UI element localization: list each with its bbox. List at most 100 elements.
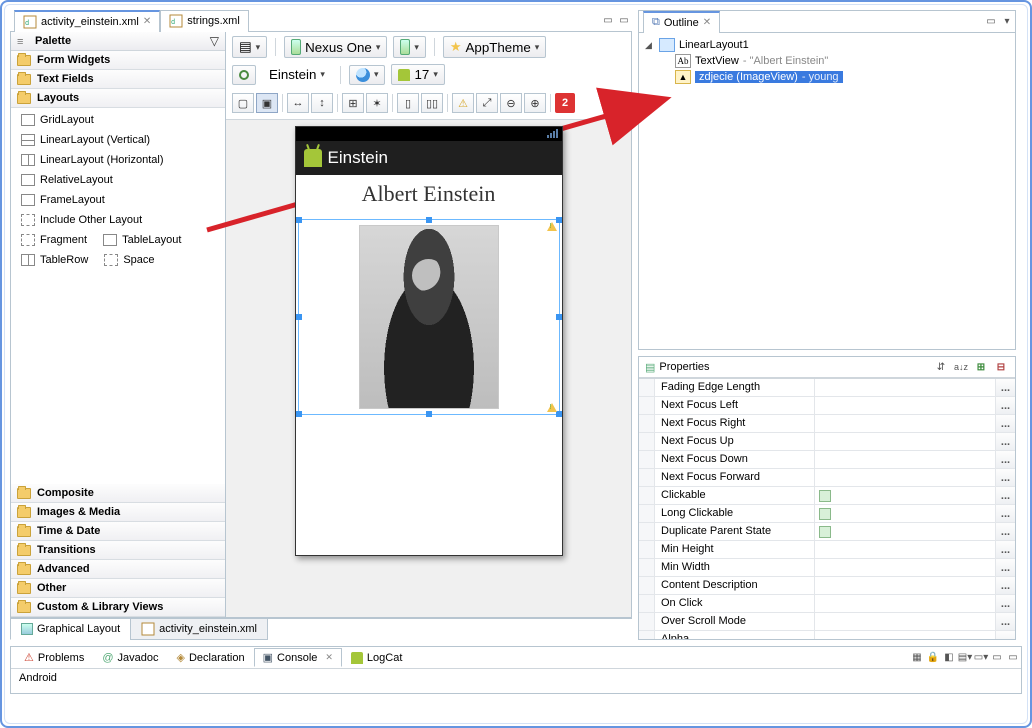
row-expand[interactable] bbox=[639, 595, 655, 612]
property-value[interactable] bbox=[815, 451, 995, 468]
palette-cat-transitions[interactable]: Transitions bbox=[11, 541, 225, 560]
align-vert[interactable]: ↕ bbox=[311, 93, 333, 113]
minimize-view-icon[interactable]: ▭ bbox=[983, 14, 999, 30]
property-row[interactable]: On Click... bbox=[639, 595, 1015, 613]
error-badge[interactable]: 2 bbox=[555, 93, 575, 113]
property-value[interactable] bbox=[815, 613, 995, 630]
row-expand[interactable] bbox=[639, 433, 655, 450]
activity-select[interactable]: Einstein▾ bbox=[262, 64, 332, 85]
property-value[interactable] bbox=[815, 415, 995, 432]
console-clear-icon[interactable]: ▦ bbox=[909, 650, 925, 666]
tree-node-linearlayout[interactable]: ◢ LinearLayout1 bbox=[645, 37, 1009, 53]
row-expand[interactable] bbox=[639, 469, 655, 486]
row-expand[interactable] bbox=[639, 523, 655, 540]
property-browse-button[interactable]: ... bbox=[995, 577, 1015, 594]
tab-strings[interactable]: d strings.xml bbox=[160, 10, 249, 32]
tree-node-imageview[interactable]: ▲ zdjecie (ImageView) - young bbox=[645, 69, 1009, 85]
property-row[interactable]: Next Focus Left... bbox=[639, 397, 1015, 415]
resize-handle[interactable] bbox=[426, 217, 432, 223]
palette-item-tablerow[interactable]: TableRow bbox=[17, 252, 92, 268]
config-circle-button[interactable] bbox=[232, 65, 256, 85]
btab-graphical[interactable]: Graphical Layout bbox=[10, 619, 131, 640]
collapse-icon[interactable]: ⊟ bbox=[993, 359, 1009, 375]
resize-handle[interactable] bbox=[556, 314, 562, 320]
checkbox-icon[interactable] bbox=[819, 490, 831, 502]
filter-icon[interactable]: ⇵ bbox=[933, 359, 949, 375]
property-value[interactable] bbox=[815, 397, 995, 414]
resize-handle[interactable] bbox=[426, 411, 432, 417]
property-browse-button[interactable]: ... bbox=[995, 379, 1015, 396]
checkbox-icon[interactable] bbox=[819, 508, 831, 520]
menu-view-icon[interactable]: ▾ bbox=[999, 14, 1015, 30]
row-expand[interactable] bbox=[639, 613, 655, 630]
bv-tab-javadoc[interactable]: @Javadoc bbox=[93, 649, 167, 667]
palette-cat-images-media[interactable]: Images & Media bbox=[11, 503, 225, 522]
property-row[interactable]: Next Focus Up... bbox=[639, 433, 1015, 451]
palette-cat-time-date[interactable]: Time & Date bbox=[11, 522, 225, 541]
property-value[interactable] bbox=[815, 541, 995, 558]
property-row[interactable]: Next Focus Down... bbox=[639, 451, 1015, 469]
property-row[interactable]: Fading Edge Length... bbox=[639, 379, 1015, 397]
btab-source[interactable]: activity_einstein.xml bbox=[130, 619, 268, 640]
theme-select[interactable]: ★AppTheme▾ bbox=[443, 36, 546, 58]
palette-item-space[interactable]: Space bbox=[100, 252, 158, 268]
property-row[interactable]: Next Focus Forward... bbox=[639, 469, 1015, 487]
palette-item-fragment[interactable]: Fragment bbox=[17, 232, 91, 248]
palette-item-gridlayout[interactable]: GridLayout bbox=[17, 112, 219, 128]
property-value[interactable] bbox=[815, 595, 995, 612]
row-expand[interactable] bbox=[639, 631, 655, 639]
property-row[interactable]: Content Description... bbox=[639, 577, 1015, 595]
console-open-icon[interactable]: ▭▾ bbox=[973, 650, 989, 666]
properties-grid[interactable]: Fading Edge Length...Next Focus Left... N… bbox=[639, 378, 1015, 639]
palette-menu-icon[interactable]: ▽ bbox=[210, 34, 219, 48]
row-expand[interactable] bbox=[639, 541, 655, 558]
outline-tab[interactable]: ⧉ Outline ✕ bbox=[643, 11, 720, 33]
zoom-in[interactable]: ⊕ bbox=[524, 93, 546, 113]
resize-handle[interactable] bbox=[296, 217, 302, 223]
tab-activity-einstein[interactable]: d activity_einstein.xml ✕ bbox=[14, 10, 160, 32]
textview-preview[interactable]: Albert Einstein bbox=[296, 175, 562, 213]
console-pin-icon[interactable]: ◧ bbox=[941, 650, 957, 666]
grid-toggle[interactable]: ⊞ bbox=[342, 93, 364, 113]
device-select[interactable]: Nexus One▾ bbox=[284, 36, 387, 58]
bv-tab-logcat[interactable]: LogCat bbox=[342, 649, 411, 667]
row-expand[interactable] bbox=[639, 577, 655, 594]
property-browse-button[interactable]: ... bbox=[995, 595, 1015, 612]
palette-item-tablelayout[interactable]: TableLayout bbox=[99, 232, 185, 248]
palette-cat-form-widgets[interactable]: Form Widgets bbox=[11, 51, 225, 70]
checkbox-icon[interactable] bbox=[819, 526, 831, 538]
design-canvas[interactable]: Einstein Albert Einstein bbox=[226, 120, 631, 617]
palette-cat-advanced[interactable]: Advanced bbox=[11, 560, 225, 579]
zoom-out[interactable]: ⊖ bbox=[500, 93, 522, 113]
constraints-toggle[interactable]: ✶ bbox=[366, 93, 388, 113]
palette-cat-layouts[interactable]: Layouts bbox=[11, 89, 225, 108]
locale-select[interactable]: ▾ bbox=[349, 65, 386, 85]
palette-item-relativelayout[interactable]: RelativeLayout bbox=[17, 172, 219, 188]
property-browse-button[interactable]: ... bbox=[995, 469, 1015, 486]
columns-2[interactable]: ▯▯ bbox=[421, 93, 443, 113]
palette-item-linearlayout-h[interactable]: LinearLayout (Horizontal) bbox=[17, 152, 219, 168]
property-value[interactable] bbox=[815, 469, 995, 486]
expand-icon[interactable]: ◢ bbox=[645, 40, 655, 51]
property-row[interactable]: Over Scroll Mode... bbox=[639, 613, 1015, 631]
property-browse-button[interactable]: ... bbox=[995, 487, 1015, 504]
zoom-fit[interactable]: ⤢ bbox=[476, 93, 498, 113]
property-value[interactable] bbox=[815, 487, 995, 504]
layout-mode-fill[interactable]: ▣ bbox=[256, 93, 278, 113]
property-row[interactable]: Duplicate Parent State... bbox=[639, 523, 1015, 541]
resize-handle[interactable] bbox=[296, 411, 302, 417]
columns-1[interactable]: ▯ bbox=[397, 93, 419, 113]
resize-handle[interactable] bbox=[296, 314, 302, 320]
minimize-view-icon[interactable]: ▭ bbox=[600, 13, 616, 29]
close-icon[interactable]: ✕ bbox=[325, 652, 333, 663]
bv-tab-console[interactable]: ▣Console✕ bbox=[254, 648, 342, 667]
close-icon[interactable]: ✕ bbox=[143, 16, 151, 27]
console-display-icon[interactable]: ▤▾ bbox=[957, 650, 973, 666]
palette-cat-other[interactable]: Other bbox=[11, 579, 225, 598]
bv-tab-problems[interactable]: ⚠Problems bbox=[15, 648, 93, 667]
property-value[interactable] bbox=[815, 577, 995, 594]
property-row[interactable]: Clickable... bbox=[639, 487, 1015, 505]
property-browse-button[interactable]: ... bbox=[995, 505, 1015, 522]
palette-cat-custom[interactable]: Custom & Library Views bbox=[11, 598, 225, 617]
row-expand[interactable] bbox=[639, 559, 655, 576]
